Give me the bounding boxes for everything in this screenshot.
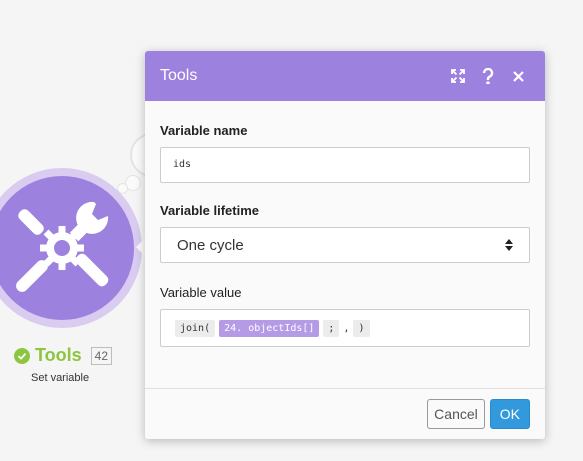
close-icon[interactable] — [506, 64, 530, 88]
function-token[interactable]: join( — [175, 319, 216, 337]
variable-value-label: Variable value — [160, 285, 242, 300]
dialog-title: Tools — [160, 67, 198, 84]
ok-button[interactable]: OK — [489, 399, 530, 429]
module-caption: Tools 42 — [14, 345, 113, 366]
variable-lifetime-select[interactable]: One cycle — [160, 227, 530, 263]
module-id-badge: 42 — [90, 346, 113, 365]
separator-token[interactable]: ; — [323, 319, 340, 337]
dialog-body: Variable name ids Variable lifetime One … — [145, 123, 545, 347]
cancel-button[interactable]: Cancel — [427, 399, 485, 429]
variable-name-input[interactable]: ids — [160, 147, 530, 183]
dialog-footer: Cancel OK — [145, 388, 545, 439]
tools-dialog: Tools Variable name ids Variable lifetim… — [145, 51, 545, 439]
module-name: Tools — [35, 345, 82, 365]
variable-lifetime-value: One cycle — [177, 236, 244, 254]
module-subtitle: Set variable — [31, 372, 90, 384]
check-icon — [14, 347, 30, 364]
variable-name-label: Variable name — [160, 123, 248, 138]
expand-icon[interactable] — [446, 64, 470, 88]
sort-arrows-icon — [505, 239, 513, 251]
mapped-item-token[interactable]: 24. objectIds[] — [219, 319, 320, 337]
dialog-header: Tools — [145, 51, 545, 101]
help-icon[interactable] — [476, 64, 500, 88]
wrench-screwdriver-gear-icon — [16, 201, 109, 292]
variable-lifetime-label: Variable lifetime — [160, 203, 259, 218]
function-close-token[interactable]: ) — [353, 319, 370, 337]
tools-module[interactable] — [0, 176, 134, 320]
comma-text: , — [343, 322, 350, 334]
variable-value-input[interactable]: join( 24. objectIds[] ; , ) — [160, 309, 530, 347]
